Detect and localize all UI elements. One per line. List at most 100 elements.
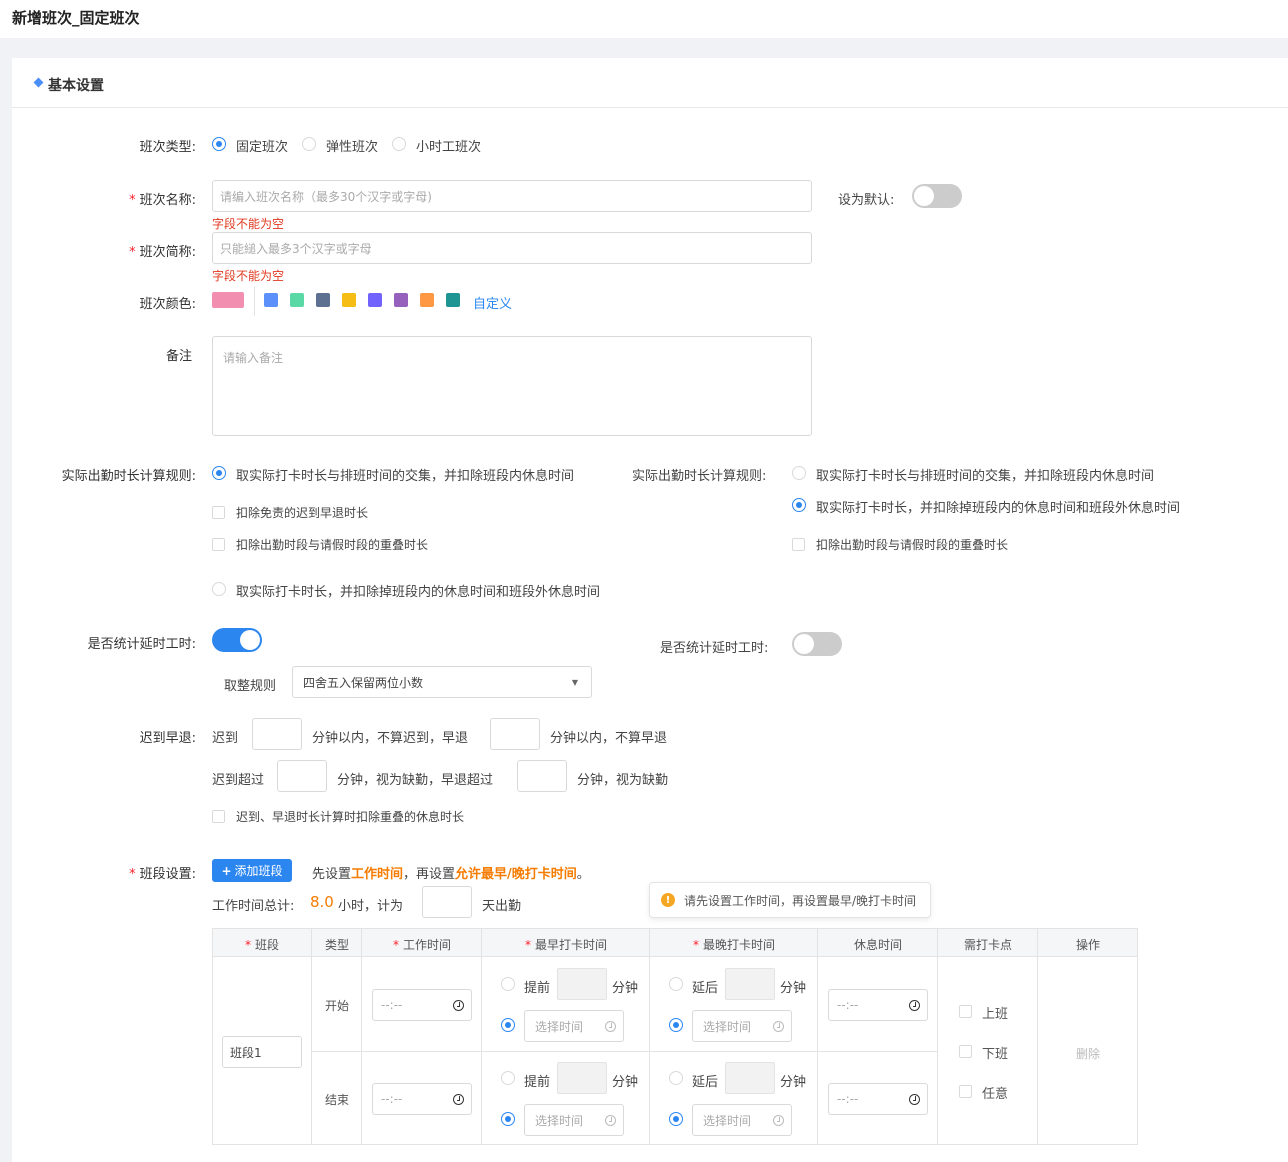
- custom-color-link[interactable]: 自定义: [473, 293, 512, 312]
- early-time-select-end[interactable]: 选择时间: [524, 1104, 624, 1136]
- header-earliest: * 最早打卡时间: [524, 938, 607, 952]
- color-divider: [254, 286, 255, 316]
- shift-name-input[interactable]: 请编入班次名称（最多30个汉字或字母): [212, 180, 812, 212]
- late-time-select-start[interactable]: 选择时间: [692, 1010, 792, 1042]
- section-header: [12, 58, 1288, 108]
- radio-late-time-start[interactable]: [669, 1018, 683, 1032]
- clock-icon: [909, 1094, 920, 1105]
- header-latest: * 最晚打卡时间: [692, 938, 775, 952]
- color-swatch-blue[interactable]: [264, 293, 278, 307]
- time-placeholder: --:--: [837, 1092, 859, 1106]
- radio-calc-rule-b[interactable]: [212, 582, 226, 596]
- checkbox-deduct-late-early[interactable]: [212, 506, 225, 519]
- radio-early-time-end[interactable]: [501, 1112, 515, 1126]
- early-minutes-end[interactable]: [557, 1062, 607, 1094]
- shift-short-label: * 班次简称:: [129, 245, 196, 260]
- rounding-label: 取整规则: [224, 679, 277, 694]
- radio-early-minutes-start[interactable]: [501, 977, 515, 991]
- early-label-start: 提前: [524, 981, 551, 996]
- shift-color-label: 班次颜色:: [139, 297, 196, 312]
- calc-rule-option-b: 取实际打卡时长，并扣除掉班段内的休息时间和班段外休息时间: [236, 585, 601, 600]
- shift-short-input[interactable]: 只能縋入最多3个汉字或字母: [212, 232, 812, 264]
- overtime-right-toggle[interactable]: [792, 632, 842, 656]
- attendance-days-input[interactable]: [422, 886, 472, 918]
- radio-early-time-start[interactable]: [501, 1018, 515, 1032]
- shift-name-label: * 班次名称:: [129, 193, 196, 208]
- color-swatch-slate[interactable]: [316, 293, 330, 307]
- tooltip: ! 请先设置工作时间，再设置最早/晚打卡时间: [649, 882, 931, 918]
- clock-icon: [773, 1021, 784, 1032]
- segment-name-input[interactable]: 班段1: [222, 1036, 302, 1068]
- time-placeholder: --:--: [837, 998, 859, 1012]
- overtime-label: 是否统计延时工时:: [87, 637, 196, 652]
- calc-rule-label: 实际出勤时长计算规则:: [61, 469, 196, 484]
- calc-rule-right-option-b: 取实际打卡时长，并扣除掉班段内的休息时间和班段外休息时间: [816, 501, 1181, 516]
- add-segment-button[interactable]: + 添加班段: [212, 859, 292, 882]
- header-segment: * 班段: [244, 938, 279, 952]
- radio-early-minutes-end[interactable]: [501, 1071, 515, 1085]
- radio-flex-shift[interactable]: [302, 137, 316, 151]
- table-divider: [311, 929, 312, 1144]
- header-actions: 操作: [1075, 938, 1100, 952]
- radio-calc-rule-right-b[interactable]: [792, 498, 806, 512]
- checkbox-checkpoint-any[interactable]: [959, 1085, 972, 1098]
- remark-textarea[interactable]: 请输入备注: [212, 336, 812, 436]
- minute-label: 分钟: [612, 1075, 639, 1090]
- selected-color-swatch[interactable]: [212, 292, 244, 308]
- table-divider: [481, 929, 482, 1144]
- radio-calc-rule-right-a[interactable]: [792, 466, 806, 480]
- shift-name-error: 字段不能为空: [212, 217, 285, 231]
- checkbox-right-deduct-leave-overlap[interactable]: [792, 538, 805, 551]
- late-time-select-end[interactable]: 选择时间: [692, 1104, 792, 1136]
- checkbox-checkpoint-off[interactable]: [959, 1045, 972, 1058]
- work-start-time-input[interactable]: --:--: [372, 989, 472, 1021]
- color-swatch-green[interactable]: [290, 293, 304, 307]
- select-time-text: 选择时间: [703, 1113, 752, 1128]
- checkbox-checkpoint-on[interactable]: [959, 1005, 972, 1018]
- late-minutes-end[interactable]: [725, 1062, 775, 1094]
- add-segment-label: 添加班段: [234, 864, 283, 878]
- type-end: 结束: [325, 1093, 350, 1107]
- check-deduct-leave-overlap-label: 扣除出勤时段与请假时段的重叠时长: [236, 538, 429, 552]
- color-swatch-indigo[interactable]: [368, 293, 382, 307]
- late-minutes-input[interactable]: [252, 718, 302, 750]
- radio-late-minutes-end[interactable]: [669, 1071, 683, 1085]
- clock-icon: [605, 1115, 616, 1126]
- late-absent-input[interactable]: [277, 760, 327, 792]
- shift-type-label: 班次类型:: [139, 140, 196, 155]
- checkbox-deduct-rest-overlap[interactable]: [212, 810, 225, 823]
- calc-rule-right-label: 实际出勤时长计算规则:: [632, 469, 767, 484]
- work-end-time-input[interactable]: --:--: [372, 1083, 472, 1115]
- early-minutes-start[interactable]: [557, 968, 607, 1000]
- header-rest-time: 休息时间: [853, 938, 902, 952]
- tooltip-text: 请先设置工作时间，再设置最早/晚打卡时间: [684, 893, 917, 908]
- color-swatch-teal[interactable]: [446, 293, 460, 307]
- radio-hourly-shift[interactable]: [392, 137, 406, 151]
- color-swatch-yellow[interactable]: [342, 293, 356, 307]
- plus-icon: +: [221, 863, 232, 878]
- rounding-select[interactable]: 四舍五入保留两位小数 ▼: [292, 666, 592, 698]
- calc-rule-right-option-a: 取实际打卡时长与排班时间的交集，并扣除班段内休息时间: [816, 469, 1155, 484]
- radio-fixed-shift[interactable]: [212, 137, 226, 151]
- header-bar: [0, 0, 1288, 38]
- radio-late-minutes-start[interactable]: [669, 977, 683, 991]
- days-label: 天出勤: [482, 899, 522, 914]
- early-absent-input[interactable]: [517, 760, 567, 792]
- late-minutes-start[interactable]: [725, 968, 775, 1000]
- late-row2-text-c: 分钟，视为缺勤: [577, 773, 669, 788]
- early-time-select-start[interactable]: 选择时间: [524, 1010, 624, 1042]
- radio-late-time-end[interactable]: [669, 1112, 683, 1126]
- total-hours-value: 8.0: [310, 893, 334, 911]
- radio-calc-rule-a[interactable]: [212, 466, 226, 480]
- delete-segment-button[interactable]: 删除: [1076, 1045, 1100, 1062]
- default-toggle[interactable]: [912, 184, 962, 208]
- color-swatch-orange[interactable]: [420, 293, 434, 307]
- overtime-toggle[interactable]: [212, 628, 262, 652]
- header-work-time: * 工作时间: [392, 938, 451, 952]
- rest-start-time-input[interactable]: --:--: [828, 989, 928, 1021]
- early-minutes-input[interactable]: [490, 718, 540, 750]
- color-swatch-purple[interactable]: [394, 293, 408, 307]
- late-row1-text-a: 迟到: [212, 731, 239, 746]
- checkbox-deduct-leave-overlap[interactable]: [212, 538, 225, 551]
- rest-end-time-input[interactable]: --:--: [828, 1083, 928, 1115]
